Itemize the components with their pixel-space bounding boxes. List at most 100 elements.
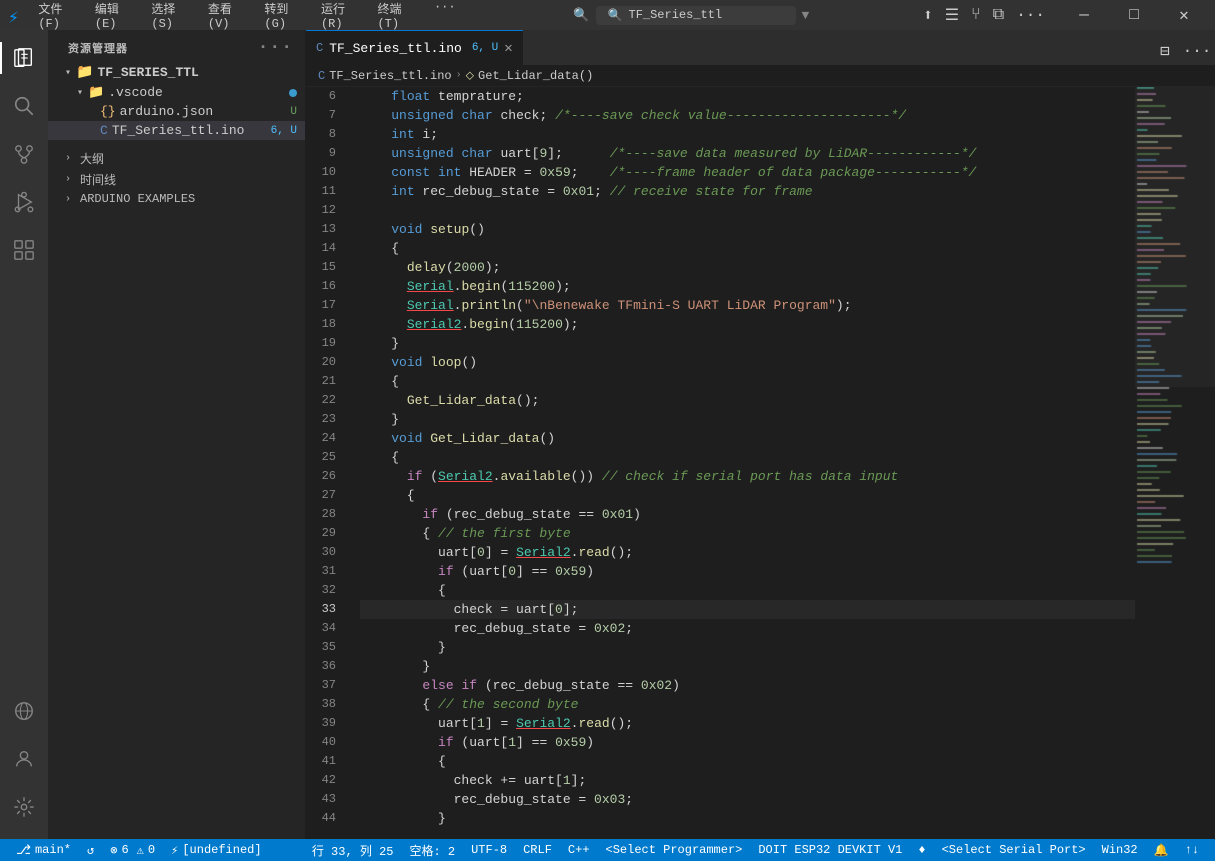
line-num-17: 17 — [306, 296, 348, 315]
code-line-43: rec_debug_state = 0x03; — [360, 790, 1135, 809]
tab-close-icon[interactable]: ✕ — [504, 40, 512, 57]
status-eol[interactable]: CRLF — [515, 839, 560, 861]
status-sync[interactable]: ↺ — [79, 839, 102, 861]
source-control-icon[interactable]: ⑂ — [967, 6, 985, 24]
activity-settings[interactable] — [0, 783, 48, 831]
line-num-40: 40 — [306, 733, 348, 752]
folder-arrow: ▾ — [60, 67, 76, 79]
status-notification[interactable]: 🔔 — [1146, 839, 1177, 861]
filter-icon[interactable]: ☰ — [941, 5, 963, 25]
line-num-37: 37 — [306, 676, 348, 695]
line-num-22: 22 — [306, 391, 348, 410]
line-num-32: 32 — [306, 581, 348, 600]
code-editor[interactable]: 6 7 8 9 10 11 12 13 14 15 16 17 18 19 20… — [306, 87, 1215, 839]
code-line-30: uart[0] = Serial2.read(); — [360, 543, 1135, 562]
sidebar-more-button[interactable]: ··· — [258, 38, 293, 58]
status-right: 行 33, 列 25 空格: 2 UTF-8 CRLF C++ <Select … — [304, 839, 1207, 861]
menu-file[interactable]: 文件(F) — [30, 0, 85, 33]
main-layout: 资源管理器 ··· ▾ 📁 TF_SERIES_TTL ▾ 📁 .vscode … — [0, 30, 1215, 839]
activity-explorer[interactable] — [0, 34, 48, 82]
activity-source-control[interactable] — [0, 130, 48, 178]
menu-goto[interactable]: 转到(G) — [256, 0, 311, 33]
vscode-folder-arrow: ▾ — [72, 87, 88, 99]
status-problems[interactable]: ⊗ 6 ⚠ 0 — [102, 839, 163, 861]
menu-more[interactable]: ··· — [426, 0, 464, 33]
tab-split-button[interactable]: ⊟ — [1151, 37, 1179, 65]
line-num-38: 38 — [306, 695, 348, 714]
split-editor-icon[interactable]: ⧉ — [989, 6, 1008, 24]
error-icon: ⊗ — [110, 843, 117, 858]
code-line-31: if (uart[0] == 0x59) — [360, 562, 1135, 581]
more-actions-icon[interactable]: ··· — [1012, 6, 1049, 24]
outline-label: 大纲 — [80, 150, 104, 167]
status-platform[interactable]: Win32 — [1094, 839, 1146, 861]
menu-terminal[interactable]: 终端(T) — [369, 0, 424, 33]
status-cursor[interactable]: 行 33, 列 25 — [304, 839, 402, 861]
activity-remote[interactable] — [0, 687, 48, 735]
line-num-13: 13 — [306, 220, 348, 239]
line-num-23: 23 — [306, 410, 348, 429]
line-numbers: 6 7 8 9 10 11 12 13 14 15 16 17 18 19 20… — [306, 87, 356, 839]
tree-section-timeline[interactable]: › 时间线 — [48, 169, 305, 190]
menu-run[interactable]: 运行(R) — [313, 0, 368, 33]
arduino-arrow: › — [60, 194, 76, 205]
activity-account[interactable] — [0, 735, 48, 783]
tree-folder-root[interactable]: ▾ 📁 TF_SERIES_TTL — [48, 62, 305, 83]
menu-view[interactable]: 查看(V) — [200, 0, 255, 33]
menu-edit[interactable]: 编辑(E) — [87, 0, 142, 33]
activity-search[interactable] — [0, 82, 48, 130]
tree-section-arduino-examples[interactable]: › ARDUINO EXAMPLES — [48, 190, 305, 208]
tab-filename: TF_Series_ttl.ino — [329, 41, 462, 56]
code-line-33: check = uart[0]; — [360, 600, 1135, 619]
status-serial-port[interactable]: <Select Serial Port> — [934, 839, 1094, 861]
line-num-9: 9 — [306, 144, 348, 163]
search-bar[interactable]: 🔍 TF_Series_ttl — [596, 6, 796, 25]
code-content[interactable]: float temprature; unsigned char check; /… — [356, 87, 1135, 839]
breadcrumb-function[interactable]: Get_Lidar_data() — [478, 69, 593, 83]
line-num-31: 31 — [306, 562, 348, 581]
tree-folder-vscode[interactable]: ▾ 📁 .vscode — [48, 83, 305, 102]
line-num-20: 20 — [306, 353, 348, 372]
breadcrumb-file[interactable]: TF_Series_ttl.ino — [329, 69, 451, 83]
warning-icon: ⚠ — [137, 843, 144, 858]
branch-icon: ⎇ — [16, 843, 31, 858]
status-board[interactable]: DOIT ESP32 DEVKIT V1 — [750, 839, 910, 861]
status-undefined[interactable]: ⚡ [undefined] — [163, 839, 269, 861]
sidebar-spacer — [48, 140, 305, 148]
tree-section-outline[interactable]: › 大纲 — [48, 148, 305, 169]
line-num-42: 42 — [306, 771, 348, 790]
activity-run-debug[interactable] — [0, 178, 48, 226]
code-line-41: { — [360, 752, 1135, 771]
activity-extensions[interactable] — [0, 226, 48, 274]
line-num-11: 11 — [306, 182, 348, 201]
arduino-label: ARDUINO EXAMPLES — [80, 192, 195, 206]
maximize-button[interactable]: □ — [1111, 0, 1157, 30]
status-branch[interactable]: ⎇ main* — [8, 839, 79, 861]
status-programmer[interactable]: <Select Programmer> — [598, 839, 751, 861]
minimize-button[interactable]: — — [1061, 0, 1107, 30]
line-num-6: 6 — [306, 87, 348, 106]
line-num-25: 25 — [306, 448, 348, 467]
search-text: TF_Series_ttl — [629, 8, 723, 22]
tab-more-button[interactable]: ··· — [1183, 37, 1211, 65]
code-line-26: if (Serial2.available()) // check if ser… — [360, 467, 1135, 486]
status-indent[interactable]: 空格: 2 — [401, 839, 463, 861]
code-line-12 — [360, 201, 1135, 220]
upload-icon[interactable]: ⬆ — [919, 5, 937, 25]
tree-file-main-ino[interactable]: C TF_Series_ttl.ino 6, U — [48, 121, 305, 140]
close-button[interactable]: ✕ — [1161, 0, 1207, 30]
tab-actions: ⊟ ··· — [1151, 37, 1215, 65]
line-num-26: 26 — [306, 467, 348, 486]
status-encoding[interactable]: UTF-8 — [463, 839, 515, 861]
code-line-7: unsigned char check; /*----save check va… — [360, 106, 1135, 125]
json-file-label: arduino.json — [120, 104, 214, 119]
tree-file-arduino-json[interactable]: {} arduino.json U — [48, 102, 305, 121]
code-line-21: { — [360, 372, 1135, 391]
menu-select[interactable]: 选择(S) — [143, 0, 198, 33]
editor-tab-main[interactable]: C TF_Series_ttl.ino 6, U ✕ — [306, 30, 523, 65]
activity-bar — [0, 30, 48, 839]
status-remote-icon[interactable]: ↑↓ — [1177, 839, 1207, 861]
line-num-14: 14 — [306, 239, 348, 258]
status-language[interactable]: C++ — [560, 839, 598, 861]
code-line-13: void setup() — [360, 220, 1135, 239]
